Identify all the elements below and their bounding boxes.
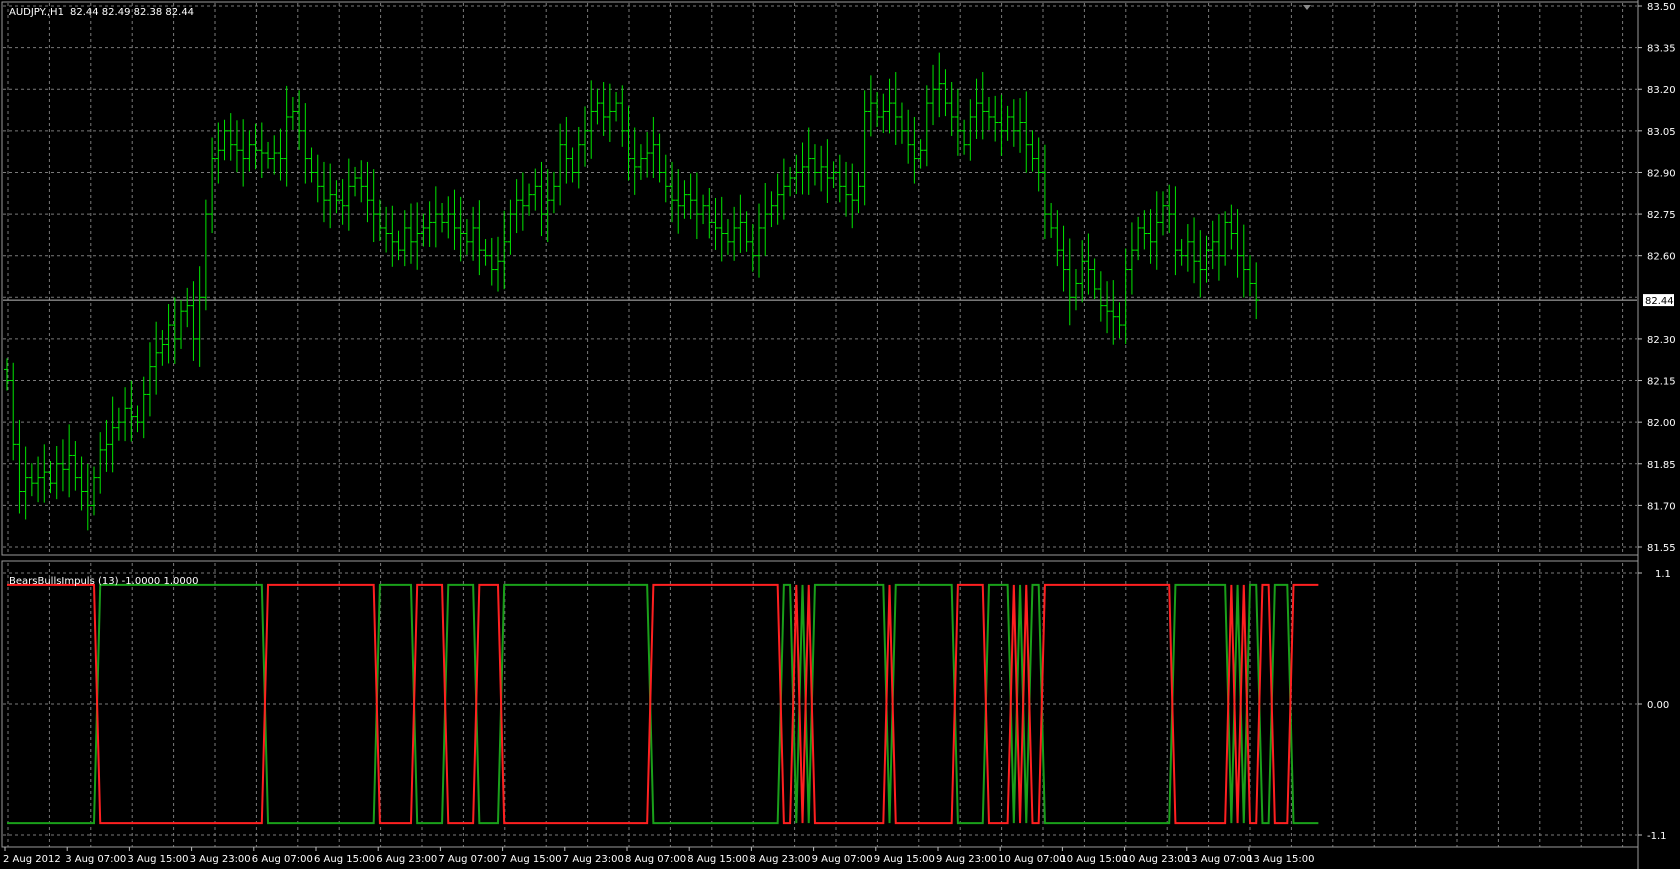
time-tick-label: 9 Aug 15:00 (874, 854, 935, 865)
price-tick-label: 82.30 (1647, 335, 1676, 346)
price-tick-label: 81.55 (1647, 543, 1676, 554)
time-tick-label: 9 Aug 07:00 (812, 854, 873, 865)
time-tick-label: 3 Aug 07:00 (65, 854, 126, 865)
time-tick-label: 10 Aug 23:00 (1123, 854, 1190, 865)
time-tick-label: 2 Aug 2012 (3, 854, 61, 865)
symbol-header: AUDJPY.,H1 (9, 7, 64, 18)
price-tick-label: 82.15 (1647, 377, 1676, 388)
price-tick-label: 82.75 (1647, 210, 1676, 221)
price-tick-label: 82.00 (1647, 418, 1676, 429)
chart-root: 83.50 83.35 83.20 83.05 82.90 82.75 82.60 82.30… (0, 0, 1680, 869)
ohlc-header: 82.44 82.49 82.38 82.44 (70, 7, 194, 18)
indicator-tick-label: -1.1 (1647, 831, 1667, 842)
current-price-label: 82.44 (1645, 296, 1674, 307)
indicator-tick-label: 1.1 (1655, 569, 1671, 580)
time-tick-label: 8 Aug 23:00 (749, 854, 810, 865)
price-tick-label: 82.90 (1647, 168, 1676, 179)
time-tick-label: 8 Aug 15:00 (687, 854, 748, 865)
time-tick-label: 7 Aug 15:00 (501, 854, 562, 865)
time-tick-label: 10 Aug 07:00 (998, 854, 1065, 865)
time-tick-label: 3 Aug 15:00 (127, 854, 188, 865)
time-tick-label: 8 Aug 07:00 (625, 854, 686, 865)
price-tick-label: 83.50 (1647, 2, 1676, 13)
price-tick-label: 81.70 (1647, 501, 1676, 512)
price-tick-label: 83.20 (1647, 85, 1676, 96)
time-tick-label: 7 Aug 23:00 (563, 854, 624, 865)
indicator-tick-label: 0.00 (1647, 700, 1669, 711)
price-tick-label: 83.05 (1647, 127, 1676, 138)
price-tick-label: 82.60 (1647, 252, 1676, 263)
price-tick-label: 83.35 (1647, 44, 1676, 55)
price-tick-label: 81.85 (1647, 460, 1676, 471)
time-tick-label: 10 Aug 15:00 (1060, 854, 1127, 865)
time-tick-label: 7 Aug 07:00 (438, 854, 499, 865)
time-tick-label: 6 Aug 07:00 (252, 854, 313, 865)
time-tick-label: 13 Aug 07:00 (1185, 854, 1252, 865)
time-tick-label: 6 Aug 23:00 (376, 854, 437, 865)
time-tick-label: 3 Aug 23:00 (190, 854, 251, 865)
time-tick-label: 13 Aug 15:00 (1247, 854, 1314, 865)
indicator-header: BearsBullsImpuls (13) -1.0000 1.0000 (9, 576, 198, 587)
current-price-marker: 82.44 (1643, 294, 1674, 307)
time-tick-label: 9 Aug 23:00 (936, 854, 997, 865)
time-tick-label: 6 Aug 15:00 (314, 854, 375, 865)
